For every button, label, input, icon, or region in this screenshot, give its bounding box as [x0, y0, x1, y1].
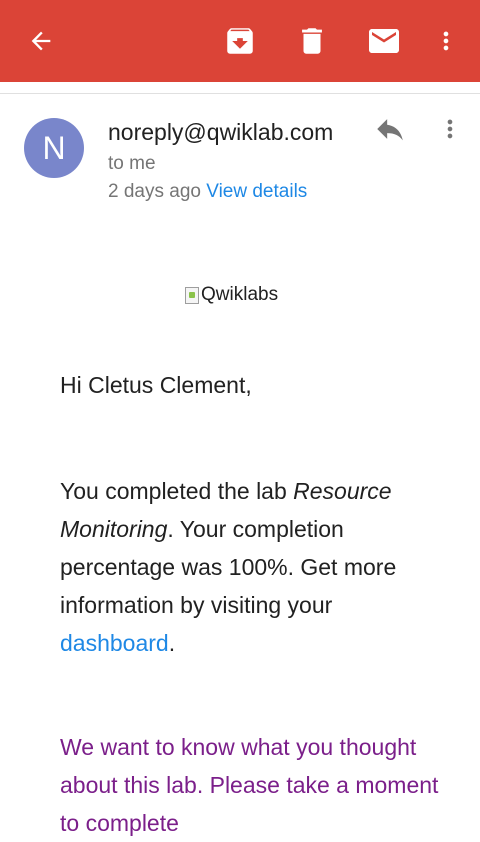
divider	[0, 93, 480, 94]
body-suffix: .	[168, 630, 176, 656]
mail-icon	[366, 23, 402, 59]
app-toolbar	[0, 0, 480, 82]
back-button[interactable]	[17, 17, 65, 65]
recipient-label: to me	[108, 153, 156, 174]
sender-avatar[interactable]: N	[24, 118, 84, 178]
email-body: You completed the lab Resource Monitorin…	[60, 472, 440, 662]
delete-button[interactable]	[288, 17, 336, 65]
more-vert-icon	[436, 113, 464, 150]
greeting: Hi Cletus Clement,	[60, 372, 252, 398]
survey-link[interactable]: We want to know what you thought about t…	[60, 728, 440, 842]
sender-address[interactable]: noreply@qwiklab.com	[108, 119, 333, 146]
reply-icon	[373, 112, 407, 151]
message-meta: 2 days ago View details	[108, 181, 307, 203]
qwiklabs-logo: Qwiklabs	[185, 284, 278, 306]
broken-image-icon	[185, 286, 199, 304]
arrow-back-icon	[27, 27, 55, 55]
archive-icon	[223, 24, 257, 58]
delete-icon	[295, 24, 329, 58]
dashboard-link[interactable]: dashboard	[60, 630, 169, 656]
message-time: 2 days ago	[108, 181, 201, 202]
avatar-letter: N	[42, 129, 66, 166]
more-options-button[interactable]	[422, 17, 470, 65]
message-more-button[interactable]	[436, 114, 464, 148]
reply-button[interactable]	[370, 114, 410, 148]
logo-alt-text: Qwiklabs	[201, 284, 279, 305]
archive-button[interactable]	[216, 17, 264, 65]
more-vert-icon	[432, 27, 460, 55]
body-prefix: You completed the lab	[60, 478, 294, 504]
view-details-link[interactable]: View details	[206, 181, 307, 202]
mark-unread-button[interactable]	[360, 17, 408, 65]
